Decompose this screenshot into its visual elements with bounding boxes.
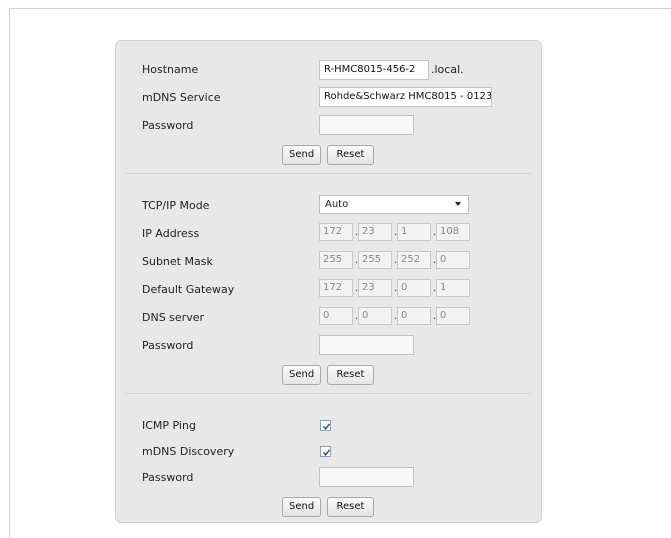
subnet-mask-octet-2[interactable]: 255	[358, 251, 392, 269]
chevron-down-icon	[455, 202, 461, 206]
send-button[interactable]: Send	[282, 497, 321, 517]
password-label: Password	[142, 119, 194, 132]
send-button[interactable]: Send	[282, 365, 321, 385]
password-input[interactable]	[319, 467, 414, 487]
section-divider	[126, 393, 531, 394]
gateway-octet-3[interactable]: 0	[397, 279, 431, 297]
reset-button[interactable]: Reset	[327, 497, 374, 517]
hostname-suffix: .local.	[431, 63, 464, 76]
network-settings-panel: Hostname R-HMC8015-456-2 .local. mDNS Se…	[115, 40, 542, 523]
dns-octet-1[interactable]: 0	[319, 307, 353, 325]
icmp-ping-checkbox[interactable]	[320, 420, 331, 431]
tcpip-mode-select[interactable]: Auto	[319, 195, 469, 214]
subnet-mask-octet-3[interactable]: 252	[397, 251, 431, 269]
tcpip-mode-value: Auto	[325, 199, 349, 210]
hostname-input[interactable]: R-HMC8015-456-2	[319, 60, 429, 80]
mdns-discovery-checkbox[interactable]	[320, 446, 331, 457]
mdns-service-input[interactable]: Rohde&Schwarz HMC8015 - 01234	[319, 87, 492, 107]
hostname-label: Hostname	[142, 63, 199, 76]
frame-top-border	[9, 8, 671, 9]
ip-address-octet-2[interactable]: 23	[358, 223, 392, 241]
send-button[interactable]: Send	[282, 145, 321, 165]
icmp-ping-label: ICMP Ping	[142, 419, 196, 432]
ip-address-octet-4[interactable]: 108	[436, 223, 470, 241]
gateway-octet-1[interactable]: 172	[319, 279, 353, 297]
ip-address-octet-3[interactable]: 1	[397, 223, 431, 241]
subnet-mask-label: Subnet Mask	[142, 255, 213, 268]
dns-octet-2[interactable]: 0	[358, 307, 392, 325]
ip-address-octet-1[interactable]: 172	[319, 223, 353, 241]
gateway-octet-4[interactable]: 1	[436, 279, 470, 297]
checkmark-icon	[322, 449, 331, 456]
password-input[interactable]	[319, 335, 414, 355]
tcpip-mode-label: TCP/IP Mode	[142, 199, 210, 212]
dns-octet-3[interactable]: 0	[397, 307, 431, 325]
subnet-mask-octet-1[interactable]: 255	[319, 251, 353, 269]
reset-button[interactable]: Reset	[327, 365, 374, 385]
password-label: Password	[142, 471, 194, 484]
dns-octet-4[interactable]: 0	[436, 307, 470, 325]
reset-button[interactable]: Reset	[327, 145, 374, 165]
password-input[interactable]	[319, 115, 414, 135]
mdns-service-label: mDNS Service	[142, 91, 221, 104]
gateway-octet-2[interactable]: 23	[358, 279, 392, 297]
ip-address-label: IP Address	[142, 227, 200, 240]
frame-left-border	[9, 8, 10, 538]
dns-server-label: DNS server	[142, 311, 204, 324]
subnet-mask-octet-4[interactable]: 0	[436, 251, 470, 269]
password-label: Password	[142, 339, 194, 352]
default-gateway-label: Default Gateway	[142, 283, 235, 296]
mdns-discovery-label: mDNS Discovery	[142, 445, 235, 458]
section-divider	[126, 173, 531, 174]
checkmark-icon	[322, 423, 331, 430]
